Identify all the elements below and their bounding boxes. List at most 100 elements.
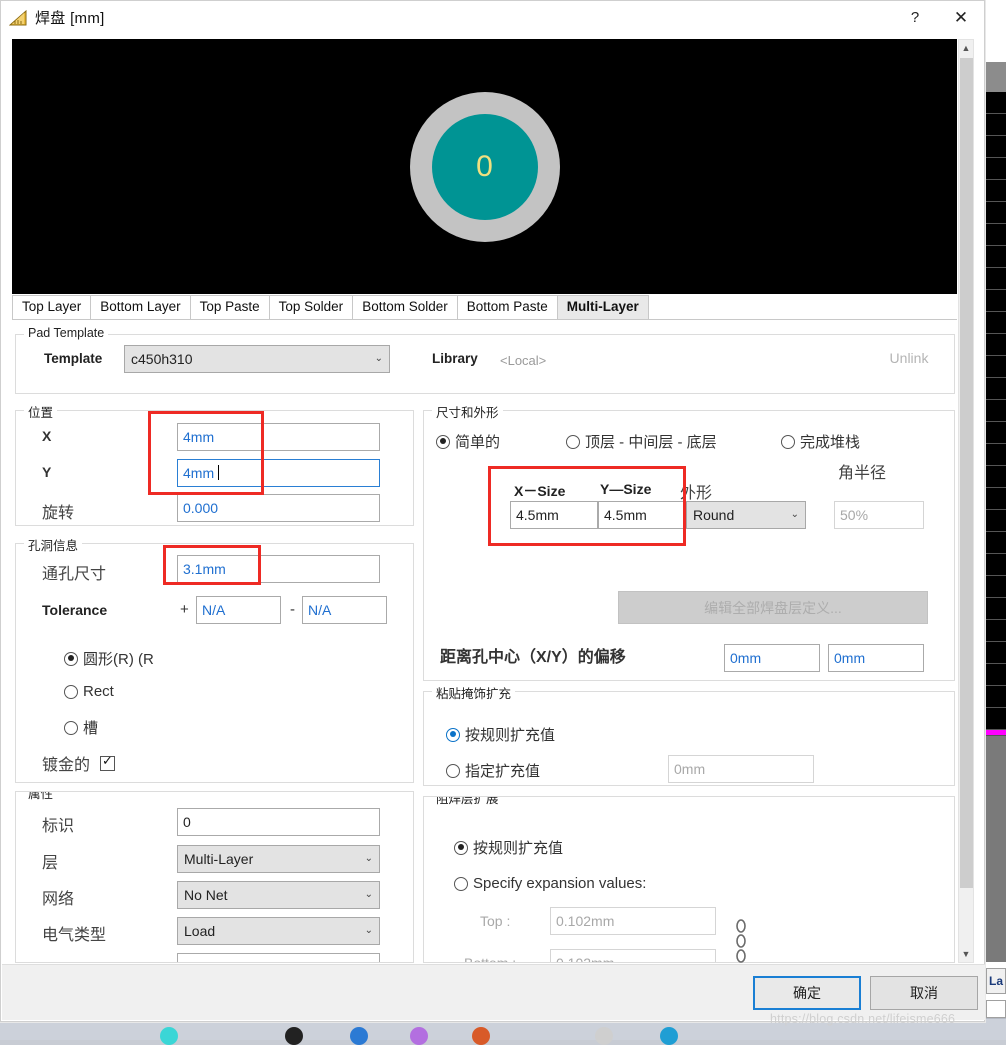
shape-combo[interactable]: Round ⌄ — [686, 501, 806, 529]
tab-bottom-paste[interactable]: Bottom Paste — [457, 295, 558, 319]
tolerance-plus-input[interactable]: N/A — [196, 596, 281, 624]
mode-full-stack-label: 完成堆栈 — [800, 431, 860, 452]
offset-y-input[interactable]: 0mm — [828, 644, 924, 672]
tab-bottom-layer[interactable]: Bottom Layer — [90, 295, 190, 319]
tolerance-plus-sign: + — [180, 601, 189, 618]
tab-top-paste[interactable]: Top Paste — [190, 295, 270, 319]
electrical-type-label: 电气类型 — [42, 921, 106, 945]
help-button[interactable]: ? — [892, 1, 938, 34]
taskbar-icon-6[interactable] — [595, 1027, 613, 1045]
pad-outer-ring: 0 — [410, 92, 560, 242]
radio-dot-icon — [64, 685, 78, 699]
radio-dot-icon — [64, 652, 78, 666]
cancel-button[interactable]: 取消 — [870, 976, 978, 1010]
pad-template-group: Pad Template Template c450h310 ⌄ Library… — [15, 334, 955, 394]
rotation-input[interactable]: 0.000 — [177, 494, 380, 522]
taskbar-icon-1[interactable] — [160, 1027, 178, 1045]
paste-mask-legend: 粘贴掩饰扩充 — [432, 683, 515, 702]
hole-shape-round-label: 圆形(R) (R — [83, 648, 154, 669]
ok-button[interactable]: 确定 — [753, 976, 861, 1010]
hole-information-legend: 孔洞信息 — [24, 535, 82, 554]
mode-simple-radio[interactable]: 简单的 — [436, 431, 500, 452]
scroll-up-icon[interactable]: ▲ — [959, 40, 973, 56]
layers-panel-checkbox[interactable] — [986, 1000, 1006, 1018]
taskbar-icon-4[interactable] — [410, 1027, 428, 1045]
solder-rule-label: 按规则扩充值 — [473, 837, 563, 858]
paste-specify-label: 指定扩充值 — [465, 760, 540, 781]
dialog-scrollbar[interactable]: ▲ ▼ — [958, 39, 974, 963]
ruler-triangle-icon — [9, 9, 29, 27]
checkbox-check-icon — [100, 756, 115, 771]
corner-radius-input[interactable]: 50% — [834, 501, 924, 529]
tolerance-minus-sign: - — [290, 601, 295, 618]
scrollbar-thumb[interactable] — [960, 58, 973, 888]
corner-radius-header: 角半径 — [838, 459, 886, 483]
net-label: 网络 — [42, 885, 74, 909]
taskbar-icon-3[interactable] — [350, 1027, 368, 1045]
position-group: 位置 X 4mm Y 4mm 旋转 0.000 — [15, 410, 414, 526]
size-and-shape-legend: 尺寸和外形 — [432, 402, 503, 421]
x-size-input[interactable]: 4.5mm — [510, 501, 598, 529]
solder-bottom-input[interactable]: 0.102mm — [550, 949, 716, 963]
tolerance-minus-input[interactable]: N/A — [302, 596, 387, 624]
close-button[interactable]: ✕ — [938, 1, 984, 34]
position-legend: 位置 — [24, 402, 57, 421]
hole-shape-rect-radio[interactable]: Rect — [64, 683, 114, 700]
tab-multi-layer[interactable]: Multi-Layer — [557, 295, 649, 319]
solder-top-label: Top : — [480, 913, 510, 929]
solder-mask-expansion-group: 阻焊层扩展 按规则扩充值 Specify expansion values: T… — [423, 796, 955, 963]
chevron-down-icon: ⌄ — [375, 346, 383, 372]
paste-specify-input[interactable]: 0mm — [668, 755, 814, 783]
position-y-input[interactable]: 4mm — [177, 459, 380, 487]
mode-top-middle-bottom-radio[interactable]: 顶层 - 中间层 - 底层 — [566, 431, 717, 452]
layer-tabs[interactable]: Top Layer Bottom Layer Top Paste Top Sol… — [12, 296, 957, 320]
net-combo-value: No Net — [184, 887, 228, 903]
solder-bottom-label: Bottom : — [464, 955, 516, 963]
tab-top-solder[interactable]: Top Solder — [269, 295, 354, 319]
net-combo[interactable]: No Net ⌄ — [177, 881, 380, 909]
chevron-down-icon: ⌄ — [791, 502, 799, 528]
scroll-down-icon[interactable]: ▼ — [959, 946, 973, 962]
y-size-header: Y—Size — [600, 481, 651, 497]
chain-link-icon[interactable] — [734, 919, 748, 965]
radio-dot-icon — [446, 728, 460, 742]
paste-specify-radio[interactable]: 指定扩充值 — [446, 760, 540, 781]
template-combo[interactable]: c450h310 ⌄ — [124, 345, 390, 373]
tab-bottom-solder[interactable]: Bottom Solder — [352, 295, 458, 319]
pad-template-legend: Pad Template — [24, 326, 108, 340]
chevron-down-icon: ⌄ — [365, 918, 373, 944]
tab-top-layer[interactable]: Top Layer — [12, 295, 91, 319]
hole-shape-slot-radio[interactable]: 槽 — [64, 717, 98, 738]
layer-combo-value: Multi-Layer — [184, 851, 253, 867]
layers-panel-label[interactable]: La — [986, 968, 1006, 994]
position-x-input[interactable]: 4mm — [177, 423, 380, 451]
layer-combo[interactable]: Multi-Layer ⌄ — [177, 845, 380, 873]
watermark-text: https://blog.csdn.net/lifeisme666 — [770, 1012, 955, 1026]
radio-dot-icon — [446, 764, 460, 778]
properties-legend: 属性 — [24, 791, 57, 802]
taskbar-icon-7[interactable] — [660, 1027, 678, 1045]
template-label: Template — [44, 351, 102, 366]
library-value: <Local> — [500, 353, 546, 368]
electrical-type-combo[interactable]: Load ⌄ — [177, 917, 380, 945]
solder-specify-radio[interactable]: Specify expansion values: — [454, 875, 646, 892]
designator-input[interactable]: 0 — [177, 808, 380, 836]
taskbar-icon-2[interactable] — [285, 1027, 303, 1045]
taskbar-icon-5[interactable] — [472, 1027, 490, 1045]
hole-size-label: 通孔尺寸 — [42, 560, 106, 584]
hole-size-input[interactable]: 3.1mm — [177, 555, 380, 583]
solder-top-input[interactable]: 0.102mm — [550, 907, 716, 935]
mode-full-stack-radio[interactable]: 完成堆栈 — [781, 431, 860, 452]
y-size-input[interactable]: 4.5mm — [598, 501, 686, 529]
radio-dot-icon — [454, 877, 468, 891]
radio-dot-icon — [566, 435, 580, 449]
pin-package-length-input[interactable] — [177, 953, 380, 963]
solder-rule-radio[interactable]: 按规则扩充值 — [454, 837, 563, 858]
paste-rule-radio[interactable]: 按规则扩充值 — [446, 724, 555, 745]
plated-checkbox[interactable]: 镀金的 — [42, 751, 115, 775]
mode-simple-label: 简单的 — [455, 431, 500, 452]
hole-shape-round-radio[interactable]: 圆形(R) (R — [64, 648, 154, 669]
paste-rule-label: 按规则扩充值 — [465, 724, 555, 745]
edit-all-pad-layers-button: 编辑全部焊盘层定义... — [618, 591, 928, 624]
offset-x-input[interactable]: 0mm — [724, 644, 820, 672]
